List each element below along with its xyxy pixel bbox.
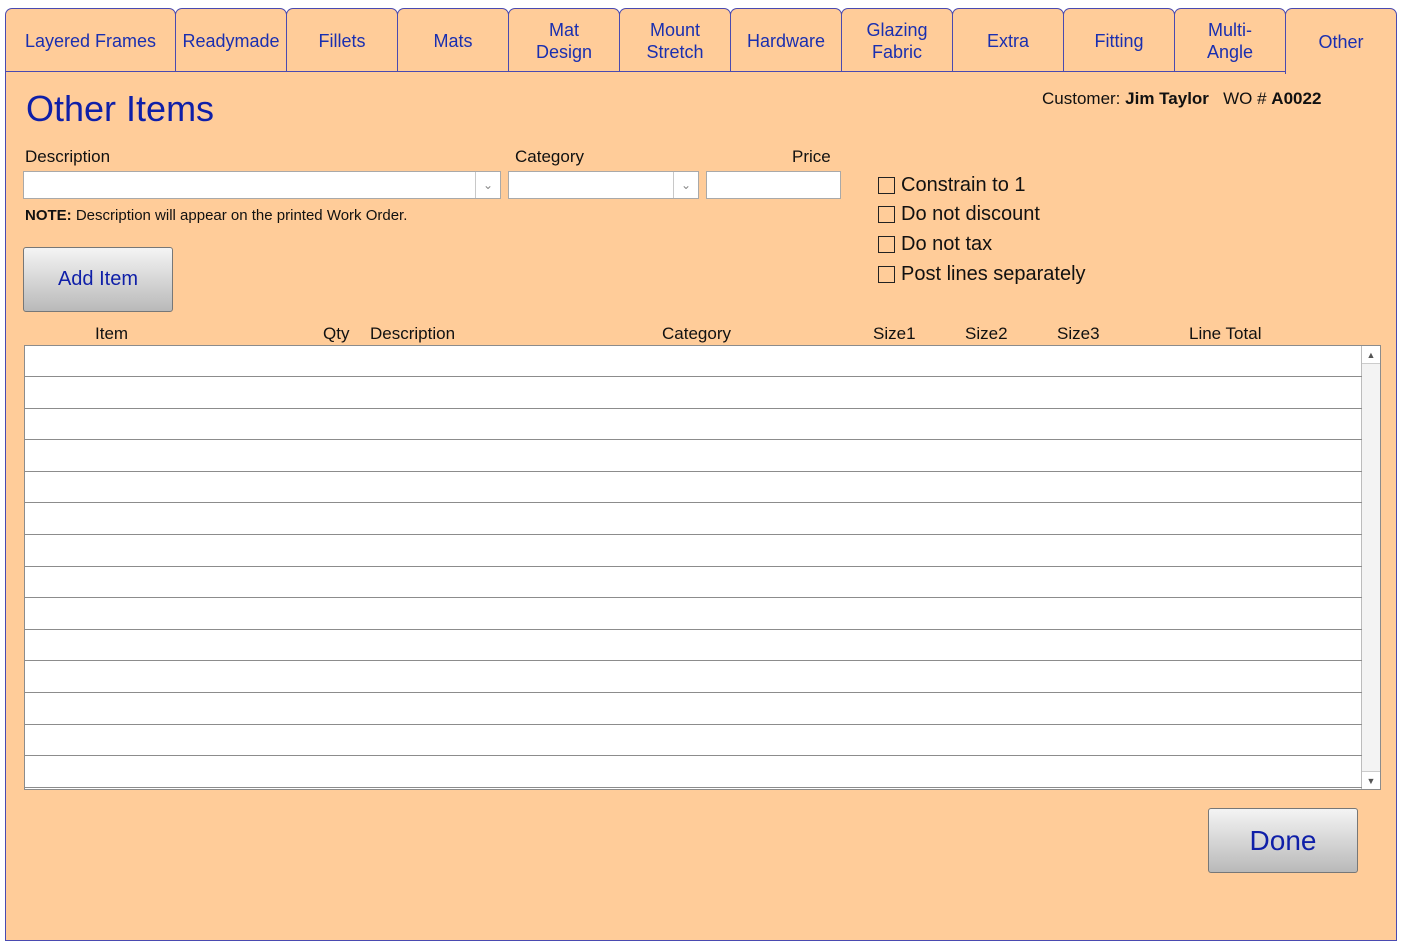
customer-name: Jim Taylor <box>1125 89 1209 108</box>
checkbox-box[interactable] <box>878 236 895 253</box>
category-combobox[interactable]: ⌄ <box>508 171 699 199</box>
column-header-qty: Qty <box>323 324 350 343</box>
checkbox-box[interactable] <box>878 206 895 223</box>
table-row[interactable] <box>25 441 1362 472</box>
checkbox-box[interactable] <box>878 177 895 194</box>
tab-other[interactable]: Other <box>1285 8 1397 74</box>
chevron-down-icon[interactable]: ⌄ <box>475 172 500 198</box>
column-header-item: Item <box>95 324 129 343</box>
price-input[interactable] <box>706 171 841 199</box>
tab-extra[interactable]: Extra <box>952 8 1064 72</box>
wo-number: A0022 <box>1271 89 1322 108</box>
column-header-size2: Size2 <box>965 324 1008 343</box>
scroll-down-arrow-icon[interactable]: ▼ <box>1362 771 1380 789</box>
tab-glazing-fabric[interactable]: Glazing Fabric <box>841 8 953 72</box>
description-label: Description <box>25 147 111 166</box>
tab-readymade[interactable]: Readymade <box>175 8 287 72</box>
add-item-button[interactable]: Add Item <box>23 247 173 312</box>
tab-mount-stretch[interactable]: Mount Stretch <box>619 8 731 72</box>
table-row[interactable] <box>25 536 1362 567</box>
chevron-down-icon[interactable]: ⌄ <box>673 172 698 198</box>
table-row[interactable] <box>25 662 1362 693</box>
done-button[interactable]: Done <box>1208 808 1358 873</box>
category-label: Category <box>515 147 584 166</box>
tab-layered-frames[interactable]: Layered Frames <box>5 8 176 72</box>
tab-divider-line <box>5 71 1286 72</box>
constrain-to-1-checkbox[interactable]: Constrain to 1 <box>878 174 1026 197</box>
tab-multi-angle[interactable]: Multi- Angle <box>1174 8 1286 72</box>
tab-bar: Layered Frames Readymade Fillets Mats Ma… <box>0 0 1404 74</box>
column-header-size1: Size1 <box>873 324 916 343</box>
table-row[interactable] <box>25 630 1362 662</box>
tab-fillets[interactable]: Fillets <box>286 8 398 72</box>
tab-hardware[interactable]: Hardware <box>730 8 842 72</box>
checkbox-label: Do not discount <box>901 203 1040 225</box>
checkbox-box[interactable] <box>878 266 895 283</box>
customer-info: Customer: Jim Taylor WO # A0022 <box>1042 89 1321 109</box>
tab-mat-design[interactable]: Mat Design <box>508 8 620 72</box>
scroll-up-arrow-icon[interactable]: ▲ <box>1362 346 1380 364</box>
description-combobox[interactable]: ⌄ <box>23 171 501 199</box>
table-row[interactable] <box>25 378 1362 409</box>
table-row[interactable] <box>25 757 1362 788</box>
note-text: NOTE: Description will appear on the pri… <box>25 207 407 224</box>
table-row[interactable] <box>25 346 1362 377</box>
do-not-discount-checkbox[interactable]: Do not discount <box>878 203 1040 226</box>
price-label: Price <box>792 147 831 166</box>
vertical-scrollbar[interactable]: ▲ ▼ <box>1361 346 1380 789</box>
tab-fitting[interactable]: Fitting <box>1063 8 1175 72</box>
table-row[interactable] <box>25 567 1362 599</box>
table-row[interactable] <box>25 599 1362 630</box>
line-items-table[interactable]: ▲ ▼ <box>24 345 1381 790</box>
checkbox-label: Constrain to 1 <box>901 174 1026 196</box>
page-title: Other Items <box>26 88 215 129</box>
wo-label: WO # <box>1223 89 1267 108</box>
table-row[interactable] <box>25 725 1362 757</box>
checkbox-label: Post lines separately <box>901 263 1086 285</box>
note-body: Description will appear on the printed W… <box>75 207 408 224</box>
column-header-line-total: Line Total <box>1189 324 1262 343</box>
table-row[interactable] <box>25 504 1362 535</box>
table-row[interactable] <box>25 409 1362 441</box>
column-header-size3: Size3 <box>1057 324 1100 343</box>
table-row[interactable] <box>25 472 1362 504</box>
table-row[interactable] <box>25 694 1362 725</box>
post-lines-separately-checkbox[interactable]: Post lines separately <box>878 263 1086 286</box>
customer-label: Customer: <box>1042 89 1121 108</box>
note-bold: NOTE: <box>25 207 72 224</box>
tab-mats[interactable]: Mats <box>397 8 509 72</box>
do-not-tax-checkbox[interactable]: Do not tax <box>878 233 992 256</box>
checkbox-label: Do not tax <box>901 233 993 255</box>
column-header-category: Category <box>662 324 731 343</box>
column-header-description: Description <box>370 324 456 343</box>
